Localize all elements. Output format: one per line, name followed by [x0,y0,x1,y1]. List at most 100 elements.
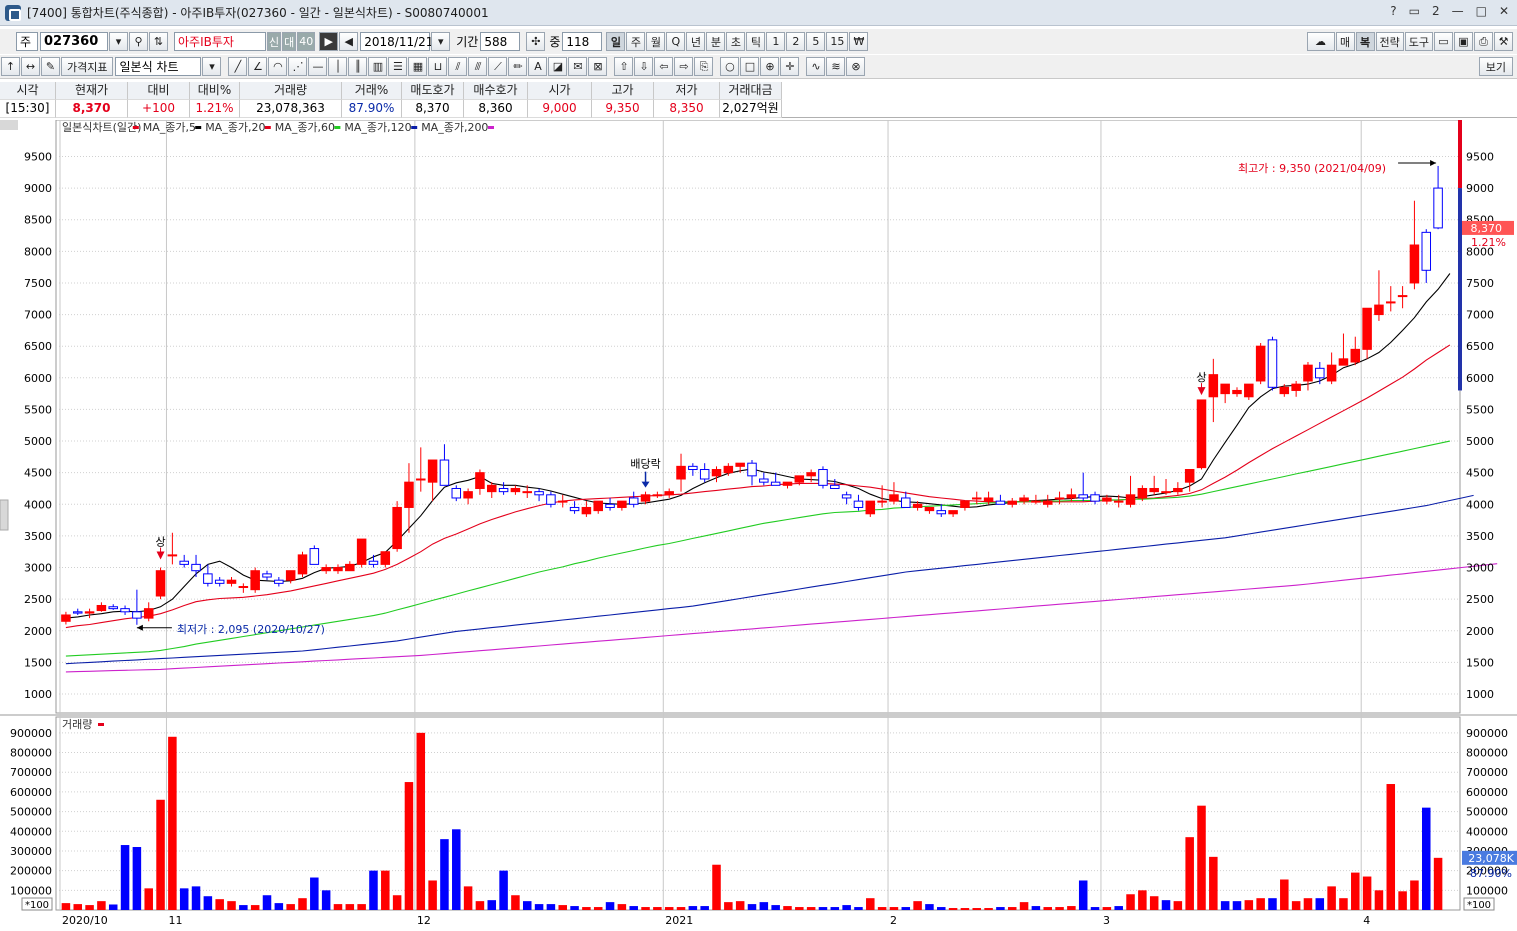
vlines-icon[interactable]: ║ [348,57,368,76]
candle-body [345,563,355,572]
regression-icon[interactable]: ⟋ [488,57,508,76]
period-input[interactable]: 588 [480,32,521,51]
wave-icon[interactable]: ∿ [806,57,826,76]
code-dropdown-icon[interactable]: ▾ [109,32,128,51]
interval-tick[interactable]: 틱 [746,32,766,51]
maximize-icon[interactable]: □ [1476,4,1487,18]
chart-type-dropdown-icon[interactable]: ▾ [202,57,222,76]
interval-month[interactable]: 월 [646,32,666,51]
main-toolbar: 주 027360 ▾ ⚲ ⇅ 아주IB투자 신 대 40 ▶ ◀ 2018/11… [0,29,1517,54]
zigzag-icon[interactable]: ≋ [826,57,846,76]
delete-icon[interactable]: ⊗ [846,57,866,76]
pencil-icon[interactable]: ✏ [508,57,528,76]
sort-icon[interactable]: ⇅ [149,32,168,51]
crosshair-icon[interactable]: ✛ [780,57,800,76]
arrow-left-icon[interactable]: ⇦ [654,57,674,76]
interval-second[interactable]: 초 [726,32,746,51]
count-input[interactable]: 118 [562,32,603,51]
arrow-up-icon[interactable]: ⇧ [614,57,634,76]
candle-body [439,459,450,486]
print-icon[interactable]: ⎙ [1474,32,1493,51]
market-select[interactable]: 주 [16,32,38,51]
rect-icon[interactable]: □ [740,57,760,76]
volume-bar [629,906,638,910]
magnify-icon[interactable]: ⊕ [760,57,780,76]
currency-button[interactable]: ₩ [849,32,869,51]
hline-icon[interactable]: — [308,57,328,76]
interval-day[interactable]: 일 [606,32,626,51]
arrow-down-icon[interactable]: ⇩ [634,57,654,76]
candle-body [84,611,95,614]
buy-button[interactable]: 매 [1335,32,1355,51]
fibo-icon[interactable]: ☰ [388,57,408,76]
cloud-icon[interactable]: ☁ [1306,32,1335,51]
play-icon[interactable]: ▶ [319,32,339,51]
candle-body [250,570,260,591]
chart-type-select[interactable]: 일본식 차트 [115,57,202,76]
interval-week[interactable]: 주 [626,32,646,51]
candle-body [368,560,379,565]
open-icon[interactable]: ▭ [1434,32,1453,51]
volume-bar [499,870,508,910]
candle-body [1137,487,1148,499]
frame-icon[interactable]: ⊠ [588,57,608,76]
note-icon[interactable]: ✉ [568,57,588,76]
cycle-icon[interactable]: ⊔ [428,57,448,76]
tools-button[interactable]: 도구 [1404,32,1433,51]
grid-icon[interactable]: ▦ [408,57,428,76]
zoom-icon[interactable]: ✣ [526,32,546,51]
back-icon[interactable]: ◀ [339,32,359,51]
code-input[interactable]: 027360 [40,32,108,51]
interval-year[interactable]: 년 [686,32,706,51]
search-icon[interactable]: ⚲ [129,32,148,51]
volume-bar [1421,807,1431,910]
price-tick-left: 5500 [24,403,52,416]
vline-icon[interactable]: │ [328,57,348,76]
date-dropdown-icon[interactable]: ▾ [431,32,451,51]
save-icon[interactable]: ▣ [1454,32,1473,51]
trendline-icon[interactable]: ╱ [228,57,248,76]
scroll-arrows-icon [0,120,18,130]
value-price: 8,370 [56,100,128,118]
indicator-button[interactable]: 가격지표 [61,57,114,76]
channel-icon[interactable]: ⫽ [448,57,468,76]
interval-5[interactable]: 5 [806,32,826,51]
date-input[interactable]: 2018/11/21 [360,32,433,51]
interval-15[interactable]: 15 [826,32,849,51]
clipboard-icon[interactable]: ⎘ [694,57,714,76]
candle-body [226,579,237,584]
close-icon[interactable]: ✕ [1499,4,1509,18]
date-tick: 11 [168,914,182,927]
stock-chart[interactable]: 9500 95009000 90008500 85008000 80007500 7500… [0,120,1517,931]
copy-button[interactable]: 복 [1355,32,1375,51]
view-button[interactable]: 보기 [1478,57,1513,76]
help-icon[interactable]: ? [1390,4,1396,18]
arc-icon[interactable]: ◠ [268,57,288,76]
interval-2[interactable]: 2 [786,32,806,51]
text-icon[interactable]: A [528,57,548,76]
layout-count[interactable]: 2 [1432,4,1440,18]
strategy-button[interactable]: 전략 [1375,32,1404,51]
gann-icon[interactable]: ▥ [368,57,388,76]
fill-icon[interactable]: ◪ [548,57,568,76]
interval-1[interactable]: 1 [766,32,786,51]
candle-body [688,465,698,471]
scroll-up-icon[interactable]: ↑ [1,57,20,76]
fan-icon[interactable]: ⋰ [288,57,308,76]
minimize-icon[interactable]: — [1452,4,1464,18]
restore-icon[interactable]: ▭ [1409,4,1420,18]
candle-body [640,494,651,502]
parallel-icon[interactable]: ⫻ [468,57,488,76]
arrow-right-icon[interactable]: ⇨ [674,57,694,76]
angle-icon[interactable]: ∠ [248,57,268,76]
candle-body [451,487,462,499]
interval-minute[interactable]: 분 [706,32,726,51]
price-tick-right: 7000 [1466,309,1494,322]
candle-body [948,510,958,515]
circle-icon[interactable]: ○ [720,57,740,76]
expand-icon[interactable]: ↔ [21,57,40,76]
wrench-icon[interactable]: ⚒ [1494,32,1513,51]
edit-icon[interactable]: ✎ [41,57,60,76]
interval-quarter[interactable]: Q [666,32,686,51]
volume-bar [1362,876,1372,910]
